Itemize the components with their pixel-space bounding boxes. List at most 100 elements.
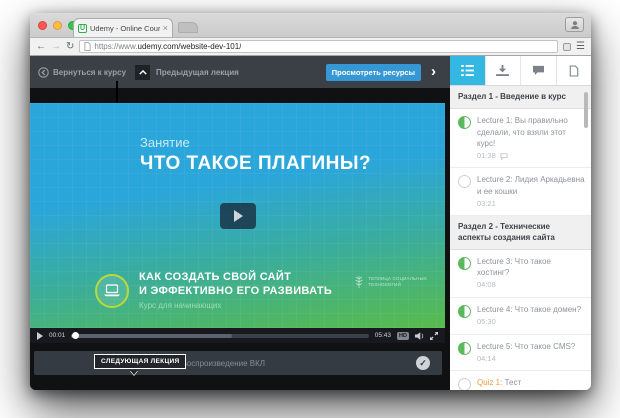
- playhead-handle[interactable]: [72, 332, 79, 339]
- tab-notes[interactable]: [557, 56, 592, 85]
- lecture-duration: 01:38: [477, 151, 496, 162]
- back-to-course-label: Вернуться к курсу: [53, 68, 126, 77]
- laptop-badge-icon: [95, 274, 129, 308]
- lecture-item-5[interactable]: Lecture 5: Что такое CMS? 04:14: [450, 335, 591, 372]
- callout-stem-line: [116, 81, 118, 103]
- tab-close-icon[interactable]: ×: [163, 23, 168, 33]
- browser-urlbar: ← → ↻ https://www.udemy.com/website-dev-…: [30, 38, 591, 56]
- comments-icon: [500, 153, 508, 160]
- player-toolbar: Вернуться к курсу Предыдущая лекция Прос…: [30, 56, 450, 88]
- progress-half-icon: [458, 257, 471, 270]
- lecture-duration: 04:08: [477, 280, 496, 291]
- download-icon: [496, 65, 509, 76]
- quiz-title: Quiz 1: Тест: [477, 377, 540, 388]
- curriculum-sidebar: Раздел 1 - Введение в курс Lecture 1: Вы…: [450, 56, 591, 390]
- forward-icon[interactable]: →: [51, 42, 61, 52]
- course-title-line1: КАК СОЗДАТЬ СВОЙ САЙТ: [139, 271, 332, 285]
- buffered-range: [71, 334, 232, 338]
- fullscreen-icon[interactable]: [430, 332, 438, 340]
- section-header: Раздел 2 - Технические аспекты создания …: [450, 216, 591, 250]
- back-to-course-button[interactable]: Вернуться к курсу: [38, 67, 126, 78]
- progress-half-icon: [458, 305, 471, 318]
- next-lecture-arrow-button[interactable]: ›: [431, 64, 436, 79]
- lecture-item-4[interactable]: Lecture 4: Что такое домен? 05:30: [450, 298, 591, 335]
- traffic-lights: [38, 21, 77, 30]
- person-icon: [570, 20, 580, 30]
- lecture-item-3[interactable]: Lecture 3: Что такое хостинг? 04:08: [450, 250, 591, 298]
- video-frame[interactable]: Занятие ЧТО ТАКОЕ ПЛАГИНЫ?: [30, 103, 445, 328]
- lecture-item-2[interactable]: Lecture 2: Лидия Аркадьевна и ее кошки 0…: [450, 168, 591, 216]
- circle-back-icon: [38, 67, 49, 78]
- udemy-favicon-icon: U: [78, 24, 87, 33]
- course-branding-band: КАК СОЗДАТЬ СВОЙ САЙТ И ЭФФЕКТИВНО ЕГО Р…: [30, 263, 445, 318]
- autoplay-bar: Автоматическое воспроизведение ВКЛ СЛЕДУ…: [34, 351, 442, 375]
- lecture-player-area: Вернуться к курсу Предыдущая лекция Прос…: [30, 56, 450, 390]
- course-branding-text: КАК СОЗДАТЬ СВОЙ САЙТ И ЭФФЕКТИВНО ЕГО Р…: [139, 271, 332, 310]
- lecture-title: Lecture 3: Что такое хостинг?: [477, 256, 585, 278]
- autoplay-toggle[interactable]: ✓: [416, 356, 430, 370]
- lecture-title: Lecture 4: Что такое домен?: [477, 304, 581, 315]
- chat-icon: [532, 65, 545, 76]
- play-icon: [234, 210, 243, 222]
- progress-empty-icon: [458, 175, 471, 188]
- previous-lecture-label: Предыдущая лекция: [156, 68, 239, 77]
- progress-half-icon: [458, 342, 471, 355]
- volume-icon[interactable]: [415, 332, 424, 340]
- page-icon: [84, 42, 91, 51]
- menu-icon[interactable]: ☰: [576, 41, 585, 52]
- lecture-title: Lecture 5: Что такое CMS?: [477, 341, 575, 352]
- lecture-title: Lecture 2: Лидия Аркадьевна и ее кошки: [477, 174, 585, 196]
- quiz-item-1[interactable]: Quiz 1: Тест ☑ 10 вопроса(ов): [450, 371, 591, 390]
- lecture-duration: 04:14: [477, 354, 496, 365]
- new-tab-button[interactable]: [178, 22, 198, 33]
- tab-discussions[interactable]: [521, 56, 557, 85]
- list-icon: [461, 65, 474, 76]
- section-header: Раздел 1 - Введение в курс: [450, 86, 591, 109]
- lecture-duration: 03:21: [477, 199, 496, 210]
- document-icon: [569, 65, 579, 77]
- reload-icon[interactable]: ↻: [66, 42, 74, 52]
- browser-window: U Udemy - Online Courses fr × ← → ↻ ht: [30, 13, 591, 390]
- duration: 05:43: [375, 332, 391, 339]
- video-kicker: Занятие: [140, 135, 190, 150]
- sidebar-tabs: [450, 56, 591, 86]
- course-title-line2: И ЭФФЕКТИВНО ЕГО РАЗВИВАТЬ: [139, 285, 332, 299]
- sidebar-scrollbar[interactable]: [584, 92, 588, 128]
- progress-half-icon: [458, 116, 471, 129]
- seek-bar[interactable]: [71, 334, 368, 338]
- close-window-button[interactable]: [38, 21, 47, 30]
- back-icon[interactable]: ←: [36, 42, 46, 52]
- current-time: 00:01: [49, 332, 65, 339]
- minimize-window-button[interactable]: [53, 21, 62, 30]
- tab-title: Udemy - Online Courses fr: [90, 24, 160, 33]
- address-bar[interactable]: https://www.udemy.com/website-dev-101/: [79, 40, 558, 53]
- profile-button[interactable]: [565, 17, 584, 32]
- screenshot-stage: U Udemy - Online Courses fr × ← → ↻ ht: [0, 0, 620, 418]
- view-resources-button[interactable]: Просмотреть ресурсы: [326, 64, 421, 81]
- play-overlay-button[interactable]: [220, 203, 256, 229]
- player-controls: 00:01 05:43 HD: [30, 328, 445, 343]
- hd-quality-button[interactable]: HD: [397, 332, 409, 340]
- tab-downloads[interactable]: [486, 56, 522, 85]
- tree-icon: [354, 275, 364, 289]
- url-text: https://www.udemy.com/website-dev-101/: [94, 42, 241, 51]
- extension-icon[interactable]: [563, 43, 571, 51]
- chevron-up-icon: [139, 70, 147, 75]
- progress-empty-icon: [458, 378, 471, 390]
- partner-logo: ТЕПЛИЦА СОЦИАЛЬНЫХ ТЕХНОЛОГИЙ: [354, 275, 427, 289]
- quiz-prefix: Quiz 1:: [477, 378, 502, 387]
- next-lecture-tooltip: СЛЕДУЮЩАЯ ЛЕКЦИЯ: [94, 354, 186, 369]
- previous-lecture-button[interactable]: [135, 65, 150, 80]
- lecture-title: Lecture 1: Вы правильно сделали, что взя…: [477, 115, 585, 149]
- play-button[interactable]: [37, 332, 43, 340]
- video-title: ЧТО ТАКОЕ ПЛАГИНЫ?: [140, 153, 371, 175]
- lecture-duration: 05:30: [477, 317, 496, 328]
- partner-logo-text: ТЕПЛИЦА СОЦИАЛЬНЫХ ТЕХНОЛОГИЙ: [368, 276, 427, 289]
- lecture-item-1[interactable]: Lecture 1: Вы правильно сделали, что взя…: [450, 109, 591, 168]
- browser-tab[interactable]: U Udemy - Online Courses fr ×: [73, 18, 173, 37]
- browser-titlebar: U Udemy - Online Courses fr ×: [30, 13, 591, 38]
- tooltip-caret: [130, 370, 138, 375]
- course-subtitle: Курс для начинающих: [139, 301, 332, 310]
- tab-curriculum[interactable]: [450, 56, 486, 85]
- page-content: Вернуться к курсу Предыдущая лекция Прос…: [30, 56, 591, 390]
